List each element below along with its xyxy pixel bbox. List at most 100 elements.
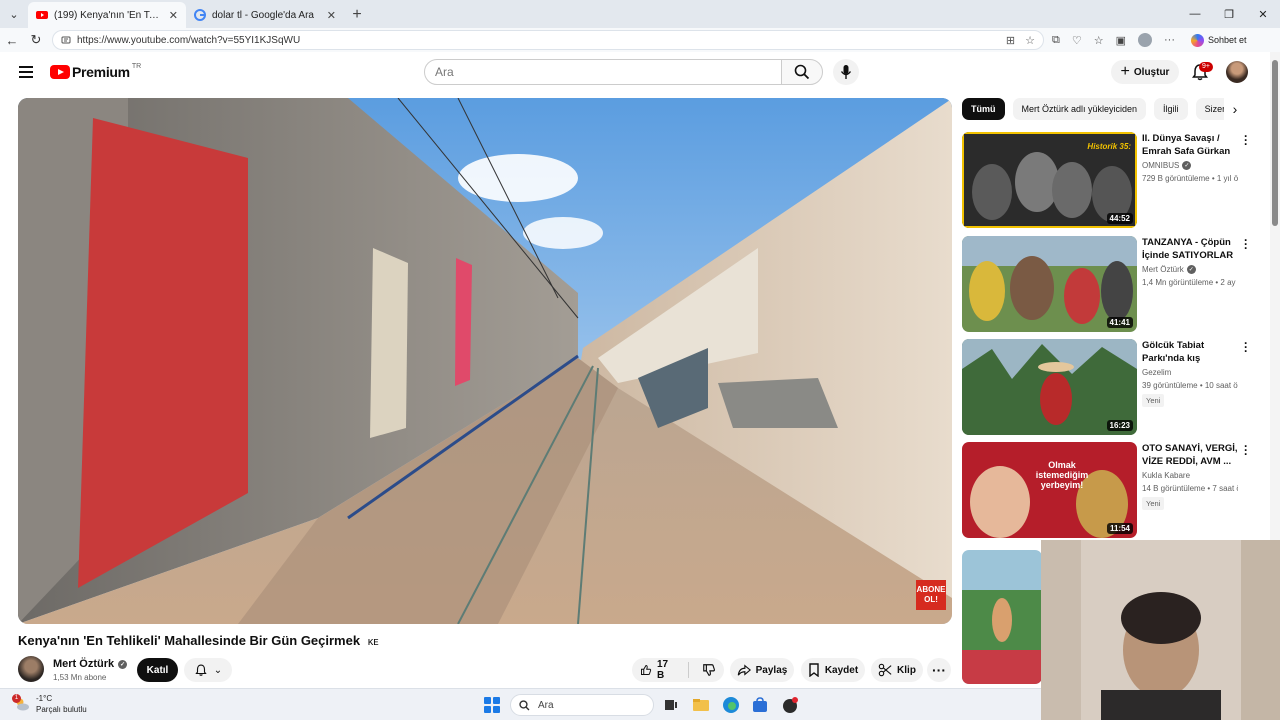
taskbar-search-placeholder: Ara bbox=[538, 699, 554, 711]
taskbar-search[interactable]: Ara bbox=[510, 694, 654, 716]
chip-from-uploader[interactable]: Mert Öztürk adlı yükleyiciden bbox=[1012, 98, 1147, 120]
tab-close-icon[interactable]: ✕ bbox=[327, 9, 336, 22]
guide-menu-icon[interactable] bbox=[19, 66, 33, 78]
favorites-icon[interactable]: ☆ bbox=[1094, 34, 1104, 47]
related-video-channel[interactable]: OMNIBUS ✓ bbox=[1142, 161, 1192, 170]
related-video-channel[interactable]: Kukla Kabare bbox=[1142, 471, 1190, 480]
favorite-star-icon[interactable]: ☆ bbox=[1025, 34, 1035, 47]
refresh-icon[interactable]: ↻ bbox=[24, 28, 48, 52]
site-info-icon[interactable] bbox=[61, 35, 71, 45]
create-button[interactable]: + Oluştur bbox=[1111, 60, 1179, 84]
video-title: Kenya'nın 'En Tehlikeli' Mahallesinde Bi… bbox=[18, 633, 379, 648]
app-available-icon[interactable]: ⊞ bbox=[1006, 34, 1015, 47]
abone-line-2: OL! bbox=[924, 595, 938, 604]
verified-check-icon: ✓ bbox=[118, 659, 128, 669]
more-vertical-icon[interactable]: · · · bbox=[1242, 337, 1250, 357]
collections-icon[interactable]: ▣ bbox=[1116, 34, 1126, 47]
more-vertical-icon[interactable]: · · · bbox=[1242, 234, 1250, 254]
address-bar[interactable]: https://www.youtube.com/watch?v=55YI1KJS… bbox=[52, 30, 1044, 50]
bookmark-icon bbox=[809, 663, 819, 677]
chip-for-you[interactable]: Sizer bbox=[1195, 98, 1224, 120]
related-video-channel[interactable]: Mert Öztürk ✓ bbox=[1142, 265, 1196, 274]
scrollbar-thumb[interactable] bbox=[1272, 60, 1278, 226]
profile-avatar-icon[interactable] bbox=[1138, 33, 1153, 47]
search-button[interactable] bbox=[781, 59, 823, 85]
dislike-button[interactable] bbox=[694, 663, 724, 677]
youtube-header: Premium TR Ara + Oluştur 9+ bbox=[0, 52, 1270, 94]
back-arrow-icon[interactable]: ← bbox=[0, 28, 24, 52]
chip-related[interactable]: İlgili bbox=[1154, 98, 1188, 120]
clip-button[interactable]: Klip bbox=[871, 658, 923, 682]
related-video[interactable]: Olmak istemediğim yerbeyim! 11:54 OTO SA… bbox=[962, 440, 1254, 538]
tab-google[interactable]: dolar tl - Google'da Ara ✕ bbox=[186, 2, 344, 28]
share-button[interactable]: Paylaş bbox=[730, 658, 794, 682]
windows-start-icon[interactable] bbox=[484, 697, 500, 713]
tab-youtube[interactable]: (199) Kenya'nın 'En Tehlikeli' Mahallesi… bbox=[28, 2, 186, 28]
related-video-title[interactable]: OTO SANAYİ, VERGİ, VİZE REDDİ, AVM ... bbox=[1142, 442, 1238, 468]
video-thumbnail[interactable] bbox=[962, 550, 1042, 684]
search-input[interactable]: Ara bbox=[424, 59, 782, 85]
related-video[interactable]: Historik 35: 44:52 II. Dünya Savaşı / Em… bbox=[962, 130, 1254, 228]
thumbnail-image bbox=[962, 550, 1042, 684]
restore-icon[interactable]: ❐ bbox=[1212, 0, 1246, 28]
tab-title: dolar tl - Google'da Ara bbox=[212, 9, 314, 21]
thumbnail-label: Olmak istemediğim yerbeyim! bbox=[1035, 460, 1089, 490]
verified-check-icon: ✓ bbox=[1186, 265, 1196, 274]
search-icon bbox=[794, 64, 810, 80]
channel-name-text: Mert Öztürk bbox=[53, 658, 115, 670]
save-button[interactable]: Kaydet bbox=[801, 658, 865, 682]
app-notification-icon[interactable] bbox=[781, 696, 799, 714]
youtube-logo[interactable]: Premium TR bbox=[50, 62, 142, 80]
related-video-title[interactable]: TANZANYA - Çöpün İçinde SATIYORLAR ... bbox=[1142, 236, 1238, 262]
subscribe-overlay-badge: ABONE OL! bbox=[916, 580, 946, 610]
tab-actions-chevron-icon[interactable]: ⌄ bbox=[0, 0, 28, 28]
more-menu-icon[interactable]: ··· bbox=[1164, 34, 1175, 46]
video-duration: 16:23 bbox=[1106, 420, 1133, 431]
like-count: 17 B bbox=[657, 659, 669, 681]
country-code: TR bbox=[131, 62, 142, 70]
channel-name[interactable]: Mert Öztürk ✓ bbox=[53, 658, 128, 670]
new-tab-plus-icon[interactable]: + bbox=[344, 2, 370, 28]
more-actions-button[interactable]: ··· bbox=[927, 658, 951, 682]
chip-all[interactable]: Tümü bbox=[962, 98, 1005, 120]
edge-browser-icon[interactable] bbox=[722, 696, 740, 714]
task-view-icon[interactable] bbox=[662, 696, 680, 714]
more-vertical-icon[interactable]: · · · bbox=[1242, 440, 1250, 460]
join-button[interactable]: Katıl bbox=[137, 658, 178, 682]
more-vertical-icon[interactable]: · · · bbox=[1242, 130, 1250, 150]
related-video[interactable]: 16:23 Gölcük Tabiat Parkı'nda kış güzell… bbox=[962, 337, 1254, 435]
copilot-label: Sohbet et bbox=[1208, 35, 1247, 45]
video-duration: 44:52 bbox=[1106, 213, 1133, 224]
video-thumbnail[interactable]: 41:41 bbox=[962, 236, 1137, 332]
voice-search-button[interactable] bbox=[833, 59, 859, 85]
extensions-icon[interactable]: ⧉ bbox=[1052, 34, 1060, 47]
create-label: Oluştur bbox=[1133, 66, 1170, 78]
browser-essentials-icon[interactable]: ♡ bbox=[1072, 34, 1082, 47]
abone-line-1: ABONE bbox=[916, 585, 946, 594]
file-explorer-icon[interactable] bbox=[692, 696, 710, 714]
video-thumbnail[interactable]: Olmak istemediğim yerbeyim! 11:54 bbox=[962, 442, 1137, 538]
subscription-notifications-button[interactable]: ⌄ bbox=[184, 658, 232, 682]
tab-close-icon[interactable]: ✕ bbox=[169, 9, 178, 22]
minimize-icon[interactable]: — bbox=[1178, 0, 1212, 28]
video-duration: 41:41 bbox=[1106, 317, 1133, 328]
copilot-button[interactable]: Sohbet et bbox=[1191, 33, 1247, 47]
store-icon[interactable] bbox=[751, 696, 769, 714]
account-avatar[interactable] bbox=[1226, 61, 1248, 83]
close-window-icon[interactable]: ✕ bbox=[1246, 0, 1280, 28]
weather-alert-badge: 1 bbox=[12, 694, 21, 703]
microphone-icon bbox=[840, 65, 852, 79]
related-video-title[interactable]: II. Dünya Savaşı / Emrah Safa Gürkan -..… bbox=[1142, 132, 1238, 158]
video-thumbnail[interactable]: Historik 35: 44:52 bbox=[962, 132, 1137, 228]
related-video[interactable]: 41:41 TANZANYA - Çöpün İçinde SATIYORLAR… bbox=[962, 234, 1254, 332]
related-video-channel[interactable]: Gezelim bbox=[1142, 368, 1171, 377]
chevron-right-icon[interactable]: › bbox=[1226, 100, 1244, 118]
related-video-title[interactable]: Gölcük Tabiat Parkı'nda kış güzelliği bbox=[1142, 339, 1238, 365]
webcam-image bbox=[1041, 540, 1280, 720]
video-thumbnail[interactable]: 16:23 bbox=[962, 339, 1137, 435]
weather-widget[interactable]: 1 -1°C Parçalı bulutlu bbox=[12, 693, 87, 715]
video-player[interactable]: ABONE OL! bbox=[18, 98, 952, 624]
channel-avatar[interactable] bbox=[18, 656, 44, 682]
weather-temp: -1°C bbox=[36, 694, 53, 703]
like-button[interactable]: 17 B bbox=[632, 659, 683, 681]
